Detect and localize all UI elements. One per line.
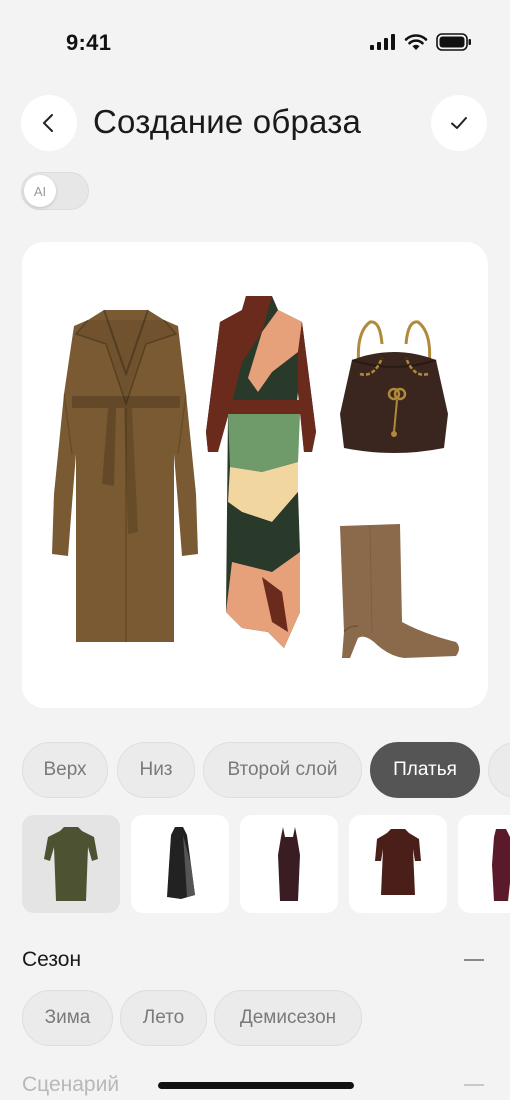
- dress-item[interactable]: [240, 815, 338, 913]
- tab-label: Низ: [139, 759, 173, 780]
- season-chip-demiseason[interactable]: Демисезон: [214, 990, 362, 1046]
- chip-label: Лето: [142, 1007, 185, 1028]
- coat-image[interactable]: [46, 304, 206, 649]
- ai-toggle-label: AI: [33, 183, 47, 199]
- boot-image[interactable]: [334, 522, 464, 664]
- tab-bottom[interactable]: Низ: [117, 742, 195, 798]
- status-time: 9:41: [66, 30, 112, 55]
- dress-item[interactable]: [22, 815, 120, 913]
- chevron-left-icon: [43, 114, 53, 132]
- status-bar: 9:41: [0, 0, 510, 88]
- home-indicator: [158, 1082, 354, 1089]
- signal-icon: [370, 34, 395, 50]
- bag-image[interactable]: [334, 314, 454, 462]
- chip-label: Зима: [44, 1007, 91, 1028]
- tab-next[interactable]: [488, 742, 510, 798]
- confirm-button[interactable]: [431, 95, 487, 151]
- battery-icon: [436, 33, 471, 51]
- tab-label: Верх: [43, 759, 87, 780]
- tab-top[interactable]: Верх: [22, 742, 108, 798]
- dress-thumbnail: [167, 827, 195, 899]
- scenario-title: Сценарий: [22, 1073, 120, 1096]
- season-chip-winter[interactable]: Зима: [22, 990, 113, 1046]
- dress-item[interactable]: [349, 815, 447, 913]
- tab-dresses[interactable]: Платья: [370, 742, 480, 798]
- season-collapse-icon[interactable]: [464, 959, 484, 961]
- dress-thumbnail: [278, 827, 300, 901]
- dress-image[interactable]: [202, 292, 322, 652]
- ai-toggle-knob: AI: [24, 175, 56, 207]
- dress-thumbnail: [44, 827, 98, 901]
- tab-label: Второй слой: [227, 759, 338, 780]
- season-chips: Зима Лето Демисезон: [22, 990, 510, 1046]
- back-button[interactable]: [21, 95, 77, 151]
- season-title: Сезон: [22, 948, 82, 971]
- category-tabs: Верх Низ Второй слой Платья: [22, 742, 510, 798]
- dress-thumbnail: [492, 829, 510, 901]
- tab-label: Платья: [393, 759, 457, 780]
- chip-label: Демисезон: [239, 1007, 337, 1028]
- dress-item[interactable]: [458, 815, 510, 913]
- season-chip-summer[interactable]: Лето: [120, 990, 207, 1046]
- tab-second-layer[interactable]: Второй слой: [203, 742, 362, 798]
- wifi-icon: [404, 34, 428, 50]
- scenario-collapse-icon[interactable]: [464, 1084, 484, 1086]
- page-title: Создание образа: [93, 103, 362, 140]
- dress-item[interactable]: [131, 815, 229, 913]
- status-icons: [370, 33, 472, 51]
- outfit-canvas: [22, 242, 488, 708]
- dress-thumbnail: [375, 829, 421, 895]
- item-thumbnails: [22, 815, 510, 913]
- ai-toggle[interactable]: AI: [21, 172, 89, 210]
- checkmark-icon: [451, 117, 467, 129]
